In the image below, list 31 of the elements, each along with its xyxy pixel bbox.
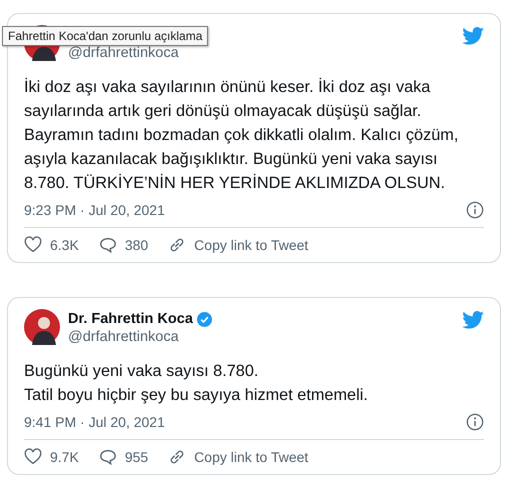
bird-logo-icon[interactable] <box>462 27 484 45</box>
copy-link-button[interactable]: Copy link to Tweet <box>168 236 308 254</box>
timestamp[interactable]: 9:23 PM · Jul 20, 2021 <box>24 202 165 218</box>
reply-count: 380 <box>124 237 148 253</box>
author-name[interactable]: Dr. Fahrettin Koca <box>68 311 193 327</box>
avatar <box>24 309 60 345</box>
reply-button[interactable]: 380 <box>98 236 148 254</box>
like-count: 6.3K <box>50 237 79 253</box>
like-button[interactable]: 6.3K <box>24 236 79 254</box>
info-icon[interactable] <box>466 413 484 431</box>
author-handle[interactable]: @drfahrettinkoca <box>68 329 454 345</box>
tweet-text: Bugünkü yeni vaka sayısı 8.780. Tatil boyu hiçbir şey bu sayıya hizmet etmemeli. <box>24 361 369 406</box>
author-handle[interactable]: @drfahrettinkoca <box>68 45 454 61</box>
reply-button[interactable]: 955 <box>98 448 148 466</box>
copy-link-button[interactable]: Copy link to Tweet <box>168 448 308 466</box>
like-count: 9.7K <box>50 449 79 465</box>
like-button[interactable]: 9.7K <box>24 448 79 466</box>
tweet-text: İki doz aşı vaka sayılarının önünü keser. İki doz aşı vaka sayılarında artık geri dönüşü olmayacak düşüşü sağlar. Bayramın tadını bozmadan çok dikkatli olalım. Kalıcı çözüm, aşıyla kazanılacak bağışıklıktır. Bugünkü yeni vaka sayısı 8.780. TÜRKİYE’NİN HER YERİNDE AKLIMIZDA OLSUN. <box>24 76 460 194</box>
speech-bubble-icon <box>98 236 117 254</box>
reply-count: 955 <box>124 449 148 465</box>
heart-icon <box>24 448 42 466</box>
copy-link-label: Copy link to Tweet <box>194 449 308 465</box>
link-icon <box>168 236 186 254</box>
speech-bubble-icon <box>98 448 117 466</box>
info-icon[interactable] <box>466 201 484 219</box>
tooltip: Fahrettin Koca'dan zorunlu açıklama <box>2 26 208 46</box>
link-icon <box>168 448 186 466</box>
copy-link-label: Copy link to Tweet <box>194 237 308 253</box>
bird-logo-icon[interactable] <box>462 311 484 329</box>
timestamp[interactable]: 9:41 PM · Jul 20, 2021 <box>24 414 165 430</box>
heart-icon <box>24 236 42 254</box>
